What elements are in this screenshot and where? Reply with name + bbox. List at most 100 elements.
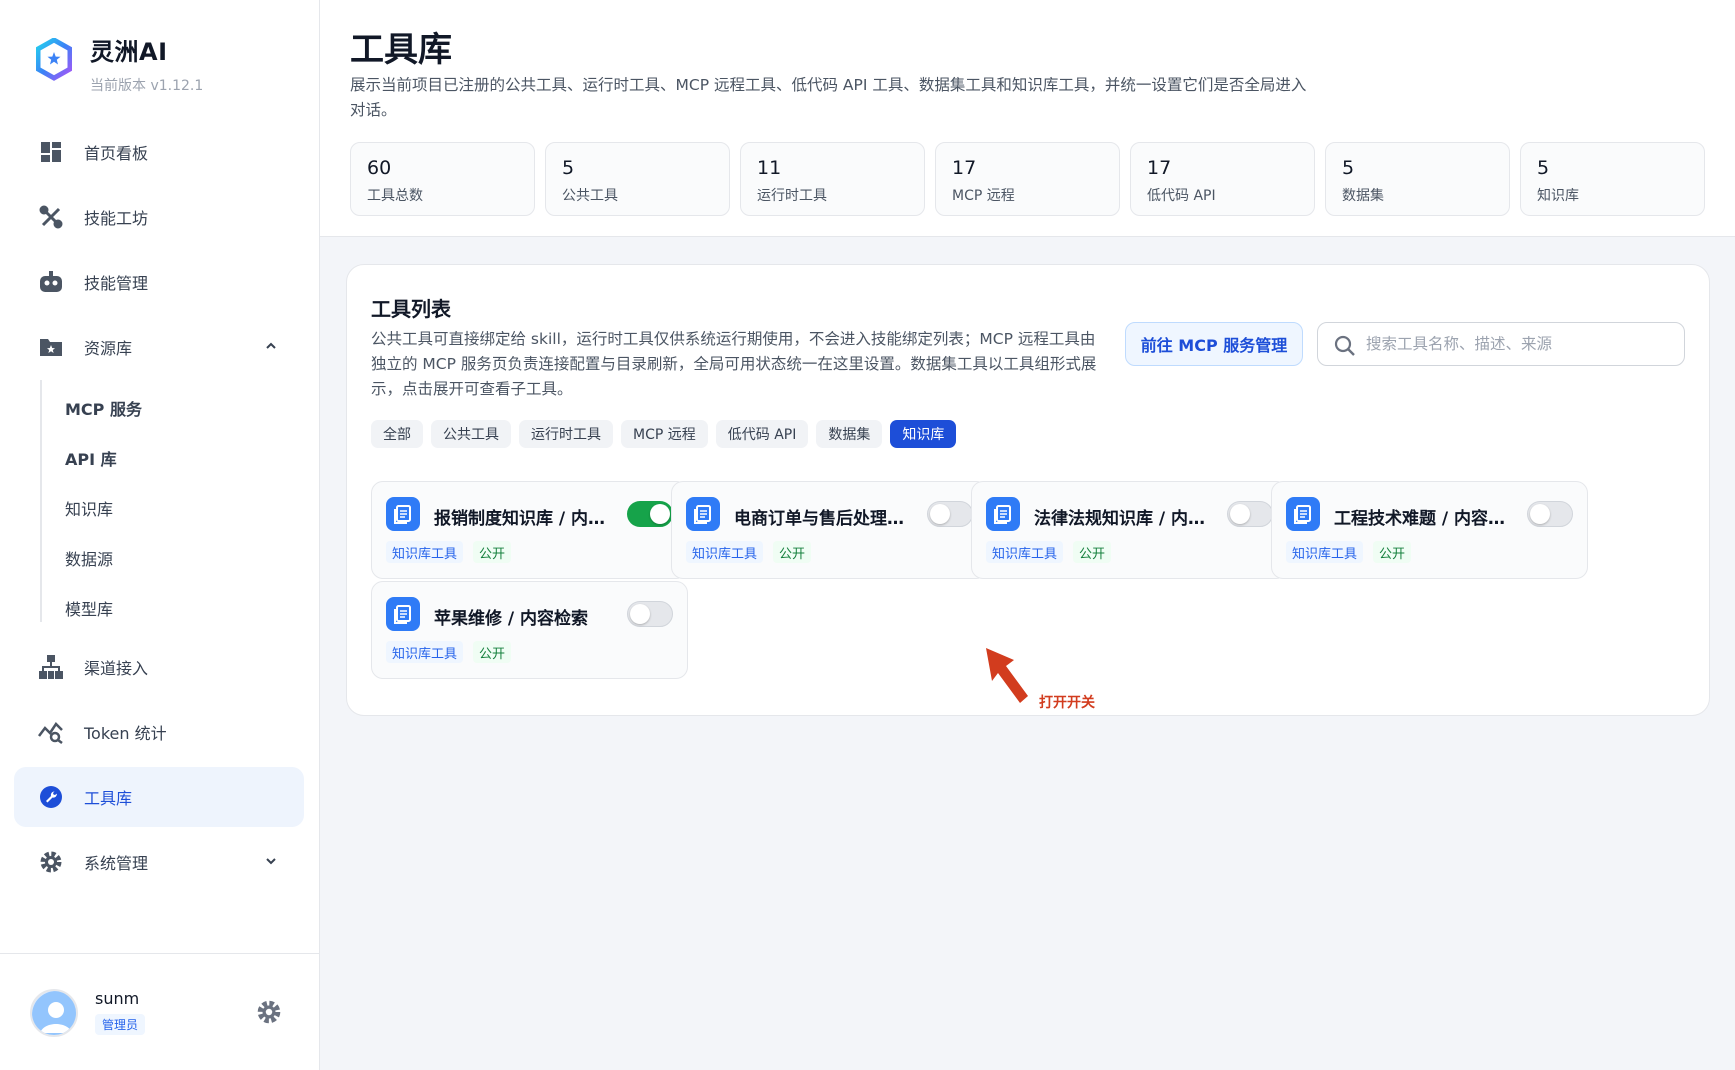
filter-tabs: 全部 公共工具 运行时工具 MCP 远程 低代码 API 数据集 知识库 [371,420,964,448]
robot-icon [38,269,64,295]
filter-all[interactable]: 全部 [371,420,423,448]
avatar[interactable] [30,989,78,1037]
stat-card: 17 MCP 远程 [935,142,1120,216]
enable-toggle[interactable] [1527,501,1573,527]
document-icon [986,497,1020,531]
type-tag: 知识库工具 [1286,541,1364,563]
chevron-up-icon [266,342,276,349]
type-tag: 知识库工具 [386,641,464,663]
user-name: sunm [95,989,140,1008]
page-description: 展示当前项目已注册的公共工具、运行时工具、MCP 远程工具、低代码 API 工具… [350,76,1307,119]
stat-label: 运行时工具 [757,188,827,204]
stat-label: MCP 远程 [952,188,1015,204]
chart-search-icon [38,719,64,745]
nav-channels[interactable]: 渠道接入 [14,637,304,697]
nav-token-stats-label: Token 统计 [84,724,167,743]
tool-card[interactable]: 苹果维修 / 内容检索 知识库工具 公开 [371,581,688,679]
filter-runtime-tools[interactable]: 运行时工具 [519,420,613,448]
stat-label: 数据集 [1342,188,1384,204]
sub-model-lib[interactable]: 模型库 [65,596,113,620]
filter-dataset[interactable]: 数据集 [816,420,883,448]
nav-home-label: 首页看板 [84,144,149,163]
enable-toggle[interactable] [927,501,973,527]
page-header: 工具库 展示当前项目已注册的公共工具、运行时工具、MCP 远程工具、低代码 AP… [320,0,1735,237]
sidebar: 灵洲AI 当前版本 v1.12.1 首页看板 技能工坊 技能管理 资源库 MCP… [0,0,320,1070]
app-name: 灵洲AI [90,38,168,66]
stat-label: 工具总数 [367,188,423,204]
stat-label: 低代码 API [1147,188,1216,204]
go-mcp-service-button[interactable]: 前往 MCP 服务管理 [1125,322,1303,366]
annotation-arrow-icon [986,648,1028,703]
stat-label: 公共工具 [562,188,618,204]
tool-card[interactable]: 电商订单与售后处理... 知识库工具 公开 [671,481,988,579]
tool-name: 报销制度知识库 / 内... [434,509,606,529]
stat-card: 5 公共工具 [545,142,730,216]
nav-skill-manage-label: 技能管理 [84,274,149,293]
enable-toggle[interactable] [627,601,673,627]
search-input[interactable] [1366,331,1666,357]
filter-public-tools[interactable]: 公共工具 [431,420,511,448]
brand: 灵洲AI 当前版本 v1.12.1 [36,32,203,95]
enable-toggle[interactable] [1227,501,1273,527]
tool-card[interactable]: 工程技术难题 / 内容... 知识库工具 公开 [1271,481,1588,579]
dashboard-icon [38,139,64,165]
sitemap-icon [38,654,64,680]
panel-title: 工具列表 [371,297,451,321]
sub-data-source[interactable]: 数据源 [65,546,113,570]
visibility-tag: 公开 [1373,541,1412,563]
user-panel: sunm 管理员 [0,953,319,1070]
wrench-icon [38,784,64,810]
nav-home[interactable]: 首页看板 [14,122,304,182]
page-title: 工具库 [350,30,452,70]
stat-card: 17 低代码 API [1130,142,1315,216]
stat-value: 17 [952,157,977,179]
gear-icon [38,849,64,875]
nav-token-stats[interactable]: Token 统计 [14,702,304,762]
panel-description: 公共工具可直接绑定给 skill，运行时工具仅供系统运行期使用，不会进入技能绑定… [371,330,1097,398]
tool-card[interactable]: 报销制度知识库 / 内... 知识库工具 公开 [371,481,688,579]
stat-value: 5 [1342,157,1355,179]
document-icon [386,597,420,631]
nav-resources[interactable]: 资源库 [14,317,304,377]
type-tag: 知识库工具 [686,541,764,563]
stat-label: 知识库 [1537,188,1579,204]
visibility-tag: 公开 [473,641,512,663]
visibility-tag: 公开 [1073,541,1112,563]
stat-card: 11 运行时工具 [740,142,925,216]
enable-toggle[interactable] [627,501,673,527]
tool-name: 电商订单与售后处理... [734,509,906,529]
toggle-knob [930,504,950,524]
sub-knowledge-base[interactable]: 知识库 [65,496,113,520]
nav-skill-manage[interactable]: 技能管理 [14,252,304,312]
nav-skill-workshop-label: 技能工坊 [84,209,149,228]
settings-gear-icon[interactable] [255,998,283,1026]
nav-system-label: 系统管理 [84,854,149,873]
stat-value: 60 [367,157,392,179]
nav-channels-label: 渠道接入 [84,659,149,678]
tool-name: 工程技术难题 / 内容... [1334,509,1506,529]
role-badge: 管理员 [95,1014,146,1035]
filter-lowcode-api[interactable]: 低代码 API [715,420,809,448]
nav-skill-workshop[interactable]: 技能工坊 [14,187,304,247]
stat-card: 5 数据集 [1325,142,1510,216]
filter-knowledge-base[interactable]: 知识库 [890,420,957,448]
toggle-knob [1530,504,1550,524]
document-icon [686,497,720,531]
stat-value: 5 [1537,157,1550,179]
stat-card: 5 知识库 [1520,142,1705,216]
type-tag: 知识库工具 [986,541,1064,563]
type-tag: 知识库工具 [386,541,464,563]
tool-card[interactable]: 法律法规知识库 / 内... 知识库工具 公开 [971,481,1288,579]
nav-system[interactable]: 系统管理 [14,832,304,892]
stat-value: 5 [562,157,575,179]
nav-tools[interactable]: 工具库 [14,767,304,827]
toggle-knob [630,604,650,624]
sub-mcp-service[interactable]: MCP 服务 [65,396,142,420]
filter-mcp-remote[interactable]: MCP 远程 [621,420,708,448]
tools-cross-icon [38,204,64,230]
visibility-tag: 公开 [773,541,812,563]
stat-value: 17 [1147,157,1172,179]
search-icon [1334,335,1355,356]
sub-api-lib[interactable]: API 库 [65,446,117,470]
chevron-down-icon [266,858,276,865]
